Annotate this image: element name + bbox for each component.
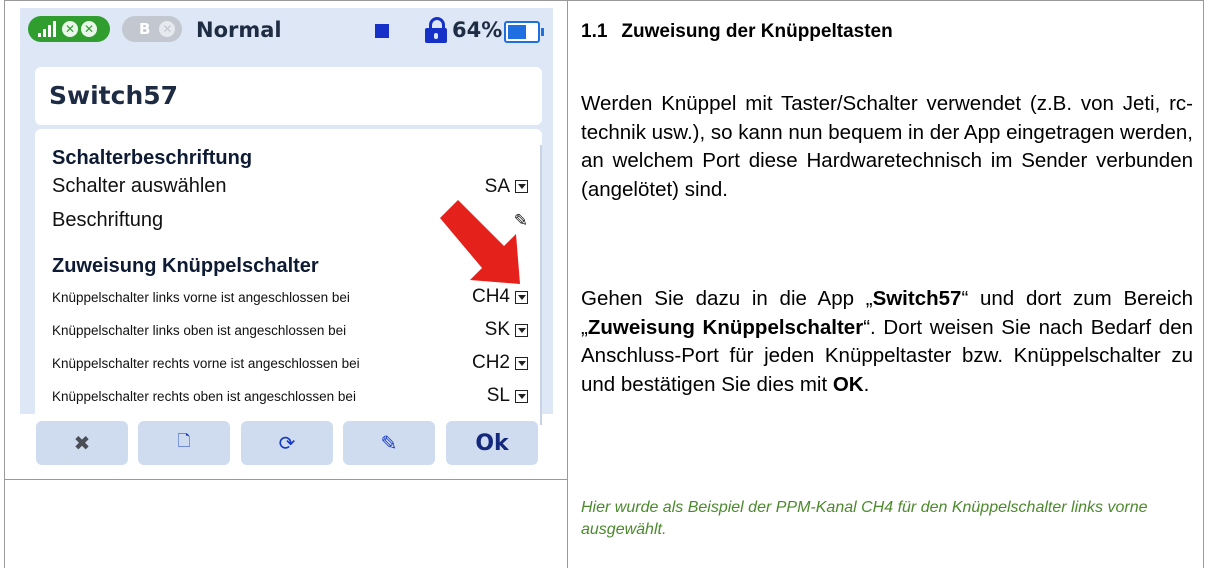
dropdown-icon [515, 180, 528, 193]
close-circle-icon: ✕ [62, 21, 78, 37]
table-border-top [4, 0, 1204, 1]
radio-screen: ✕ ✕ B ✕ Normal 64% Switch57 Schalterbesc… [20, 8, 553, 435]
list-item[interactable]: Knüppelschalter links oben ist angeschlo… [52, 319, 528, 341]
item-label: Knüppelschalter rechts vorne ist angesch… [52, 355, 360, 371]
table-border-left [4, 0, 5, 568]
tools-icon: ✖ [73, 431, 91, 455]
item-label: Beschriftung [52, 209, 164, 231]
edit-button[interactable]: ✎ [343, 421, 435, 465]
document-icon: 🗋 [177, 430, 191, 450]
close-circle-icon: ✕ [159, 21, 176, 37]
refresh-button[interactable]: ⟳ [241, 421, 333, 465]
page-title: Switch57 [49, 81, 179, 110]
battery-percent: 64% [452, 18, 503, 42]
status-bar: ✕ ✕ B ✕ Normal 64% [20, 8, 553, 60]
item-label: Knüppelschalter links vorne ist angeschl… [52, 289, 350, 305]
receiver-a-pill[interactable]: ✕ ✕ [28, 16, 110, 42]
list-item[interactable]: Knüppelschalter rechts oben ist angeschl… [52, 385, 528, 407]
document-button[interactable]: 🗋 [138, 421, 230, 465]
dropdown-icon [515, 389, 528, 403]
port-dropdown[interactable]: CH4 [472, 286, 528, 308]
signal-bars-icon [38, 21, 56, 37]
app-title-card: Switch57 [35, 67, 542, 125]
switch-select-dropdown[interactable]: SA [485, 176, 528, 198]
table-row-divider [4, 479, 568, 480]
item-label: Knüppelschalter links oben ist angeschlo… [52, 322, 347, 338]
dropdown-icon [515, 356, 528, 370]
paragraph-intro: Werden Knüppel mit Taster/Schalter verwe… [581, 92, 1193, 201]
dropdown-icon [515, 323, 528, 337]
stop-square-icon [375, 24, 389, 38]
example-note: Hier wurde als Beispiel der PPM-Kanal CH… [581, 499, 1148, 538]
port-dropdown[interactable]: CH2 [472, 352, 528, 374]
dropdown-icon [515, 290, 528, 304]
close-circle-icon: ✕ [81, 21, 97, 37]
item-label: Knüppelschalter rechts oben ist angeschl… [52, 388, 356, 404]
port-dropdown[interactable]: SK [485, 319, 528, 341]
paragraph-instructions: Gehen Sie dazu in die App „Switch57“ und… [581, 287, 1194, 396]
edit-icon: ✎ [380, 431, 398, 455]
section-heading: Schalterbeschriftung [52, 147, 253, 169]
flight-mode: Normal [196, 18, 282, 42]
port-dropdown[interactable]: SL [487, 385, 528, 407]
battery-icon [504, 21, 544, 43]
refresh-icon: ⟳ [278, 431, 296, 455]
table-border-middle [567, 0, 568, 568]
tools-button[interactable]: ✖ [36, 421, 128, 465]
list-item[interactable]: Knüppelschalter links vorne ist angeschl… [52, 286, 528, 308]
red-arrow-icon [440, 200, 520, 284]
section-heading: 1.1 Zuweisung der Knüppeltasten [581, 21, 893, 42]
receiver-b-pill[interactable]: B ✕ [122, 16, 182, 42]
list-item[interactable]: Schalter auswählen SA [52, 175, 528, 198]
list-item[interactable]: Knüppelschalter rechts vorne ist angesch… [52, 352, 528, 374]
ok-button[interactable]: Ok [446, 421, 538, 465]
lock-icon[interactable] [425, 17, 447, 43]
bottom-toolbar: ✖ 🗋 ⟳ ✎ Ok [17, 421, 538, 465]
receiver-b-label: B [139, 20, 151, 38]
scrollbar[interactable] [540, 145, 542, 425]
table-border-right [1203, 0, 1204, 568]
item-label: Schalter auswählen [52, 175, 227, 197]
